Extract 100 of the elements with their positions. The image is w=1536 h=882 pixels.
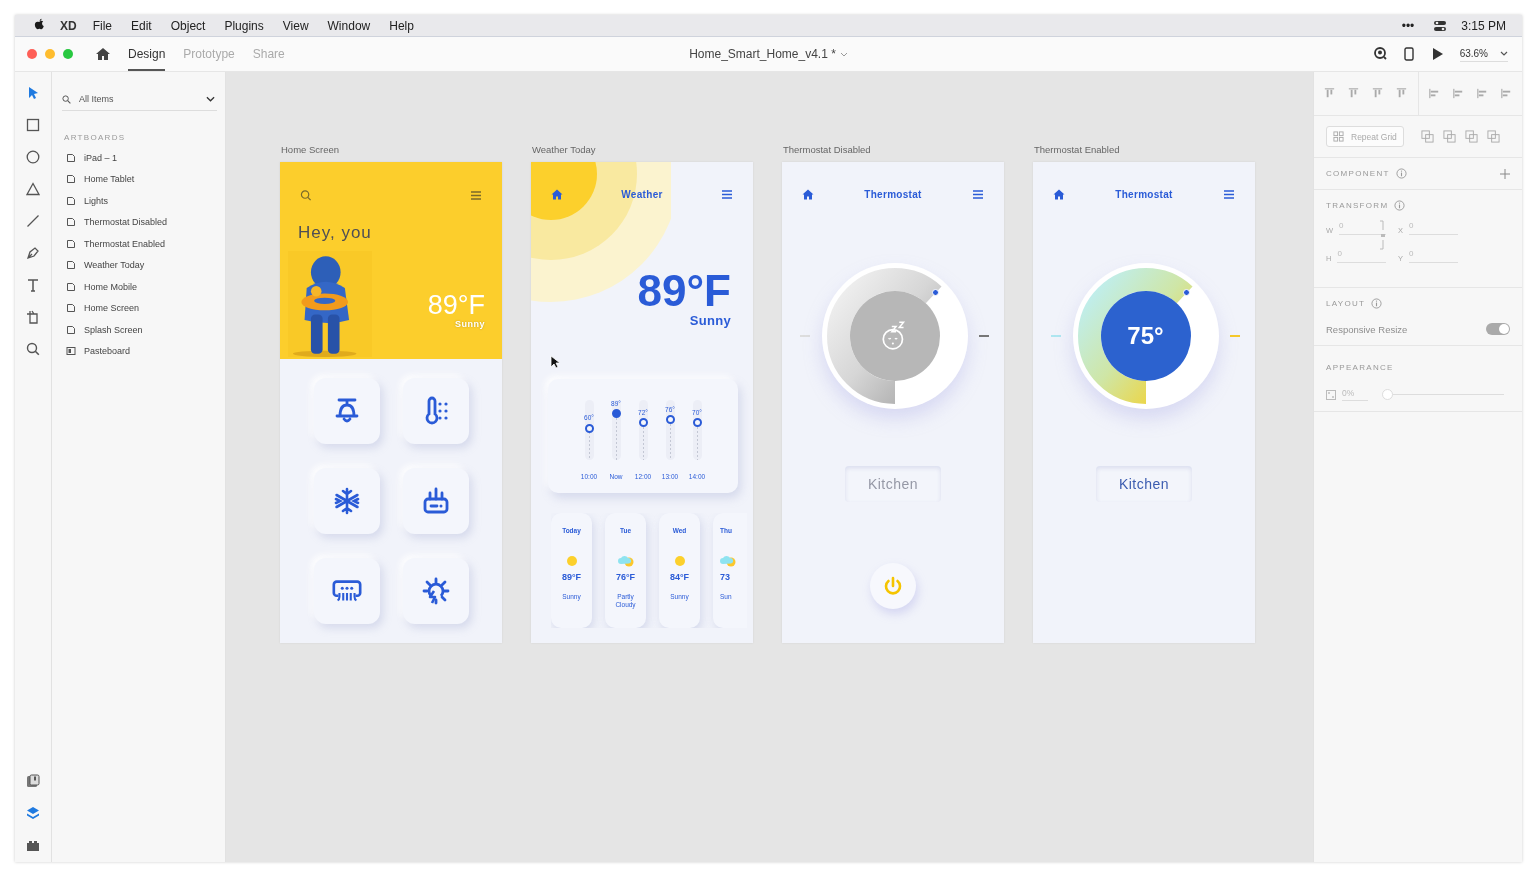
artboard-label[interactable]: Thermostat Disabled bbox=[783, 144, 1004, 155]
menu-icon[interactable] bbox=[721, 189, 733, 200]
grid-icon bbox=[1333, 131, 1344, 142]
home-icon[interactable] bbox=[95, 47, 111, 61]
assets-panel-icon[interactable] bbox=[26, 774, 40, 788]
zoom-dropdown[interactable]: 63.6% bbox=[1459, 46, 1508, 62]
mouse-pointer-icon bbox=[550, 355, 560, 369]
greeting: Hey, you bbox=[298, 223, 373, 243]
artboard-icon bbox=[66, 281, 76, 292]
text-tool-icon[interactable] bbox=[26, 278, 40, 292]
distribute-icon[interactable] bbox=[1451, 87, 1465, 100]
menu-item[interactable]: Help bbox=[389, 18, 414, 33]
section-title: TRANSFORM bbox=[1326, 201, 1389, 210]
add-icon[interactable] bbox=[1500, 168, 1510, 179]
info-icon[interactable] bbox=[1371, 298, 1383, 309]
day-temperature: 73 bbox=[720, 572, 730, 582]
line-tool-icon[interactable] bbox=[26, 214, 40, 228]
dial-handle[interactable] bbox=[1183, 288, 1191, 296]
cloud-sun-icon bbox=[617, 554, 634, 568]
artboard-icon bbox=[66, 152, 76, 163]
layer-item[interactable]: Thermostat Enabled bbox=[84, 238, 166, 249]
layer-item[interactable]: Home Screen bbox=[84, 303, 140, 314]
cloud-sun-icon bbox=[720, 554, 736, 568]
section-title: COMPONENT bbox=[1326, 169, 1390, 178]
phone-icon[interactable] bbox=[1401, 47, 1416, 61]
artboard-icon bbox=[66, 238, 76, 249]
ellipse-tool-icon[interactable] bbox=[26, 150, 40, 164]
room-picker[interactable]: Kitchen bbox=[1096, 466, 1192, 502]
menu-item[interactable]: Edit bbox=[131, 18, 152, 33]
condition: Sunny bbox=[688, 313, 731, 328]
pen-tool-icon[interactable] bbox=[26, 246, 40, 260]
artboard-label[interactable]: Weather Today bbox=[532, 144, 753, 155]
rectangle-tool-icon[interactable] bbox=[26, 118, 40, 132]
plugins-panel-icon[interactable] bbox=[26, 838, 40, 852]
search-icon[interactable] bbox=[300, 189, 312, 201]
menu-icon[interactable] bbox=[972, 189, 984, 200]
layer-item[interactable]: Splash Screen bbox=[84, 324, 143, 335]
document-title[interactable]: Home_Smart_Home_v4.1 * bbox=[689, 47, 836, 61]
artboard-icon bbox=[66, 303, 76, 314]
thermostat-dial[interactable]: 75° bbox=[1072, 263, 1219, 409]
artboard-icon bbox=[66, 174, 76, 185]
distribute-icon[interactable] bbox=[1427, 87, 1441, 100]
section-title: APPEARANCE bbox=[1326, 363, 1394, 372]
menu-item[interactable]: Object bbox=[170, 18, 206, 33]
triangle-tool-icon[interactable] bbox=[26, 182, 40, 196]
align-icon[interactable] bbox=[1371, 87, 1385, 100]
condition: Sunny bbox=[454, 319, 485, 329]
menu-icon[interactable] bbox=[470, 189, 482, 201]
dial-handle[interactable] bbox=[932, 288, 940, 296]
artboard-icon bbox=[66, 217, 76, 228]
menu-item[interactable]: Plugins bbox=[224, 18, 264, 33]
menu-item[interactable]: File bbox=[92, 18, 112, 33]
window-zoom-button[interactable] bbox=[63, 49, 73, 59]
zoom-tool-icon[interactable] bbox=[26, 342, 40, 356]
home-icon[interactable] bbox=[802, 189, 814, 200]
set-temperature: 75° bbox=[1127, 322, 1164, 350]
screen-title: Weather bbox=[621, 189, 663, 200]
chevron-down-icon[interactable] bbox=[1500, 51, 1508, 56]
more-menu[interactable]: ••• bbox=[1401, 18, 1415, 33]
layer-item[interactable]: Weather Today bbox=[84, 260, 145, 271]
artboard-icon bbox=[66, 195, 76, 206]
layer-item[interactable]: Home Tablet bbox=[84, 174, 135, 185]
window-close-button[interactable] bbox=[27, 49, 37, 59]
app-menu[interactable]: XD bbox=[60, 18, 77, 33]
play-icon[interactable] bbox=[1430, 47, 1445, 61]
align-icon[interactable] bbox=[1395, 87, 1409, 100]
menu-item[interactable]: Window bbox=[327, 18, 371, 33]
distribute-icon[interactable] bbox=[1475, 87, 1489, 100]
search-field[interactable]: All Items bbox=[79, 94, 198, 104]
layers-panel-icon[interactable] bbox=[26, 806, 40, 820]
control-center-icon[interactable] bbox=[1433, 19, 1448, 32]
pasteboard-icon bbox=[66, 346, 76, 357]
layer-item[interactable]: Thermostat Disabled bbox=[84, 217, 168, 228]
user-icon[interactable] bbox=[1372, 47, 1387, 61]
search-icon bbox=[62, 94, 71, 104]
home-icon[interactable] bbox=[551, 189, 563, 200]
artboard-icon bbox=[66, 324, 76, 335]
slider-thumb[interactable] bbox=[1382, 389, 1393, 400]
home-icon[interactable] bbox=[1053, 189, 1065, 200]
clock: 3:15 PM bbox=[1461, 18, 1506, 33]
chevron-down-icon[interactable] bbox=[206, 96, 215, 102]
distribute-icon[interactable] bbox=[1499, 87, 1513, 100]
align-icon[interactable] bbox=[1347, 87, 1361, 100]
layer-item[interactable]: Home Mobile bbox=[84, 281, 138, 292]
info-icon[interactable] bbox=[1394, 200, 1406, 211]
menu-item[interactable]: View bbox=[282, 18, 309, 33]
info-icon[interactable] bbox=[1395, 168, 1407, 179]
screen-title: Thermostat bbox=[1115, 189, 1173, 200]
day-temperature: 89°F bbox=[561, 572, 582, 582]
layer-item[interactable]: Lights bbox=[84, 195, 109, 206]
section-heading: ARTBOARDS bbox=[64, 133, 127, 142]
align-icon[interactable] bbox=[1323, 87, 1337, 100]
menu-icon[interactable] bbox=[1223, 189, 1235, 200]
layer-item[interactable]: iPad – 1 bbox=[84, 152, 118, 163]
day-temperature: 84°F bbox=[669, 572, 690, 582]
artboard-icon bbox=[66, 260, 76, 271]
layer-item[interactable]: Pasteboard bbox=[84, 346, 131, 357]
artboard-label[interactable]: Thermostat Enabled bbox=[1034, 144, 1255, 155]
artboard-label[interactable]: Home Screen bbox=[281, 144, 502, 155]
select-tool-icon[interactable] bbox=[26, 86, 40, 100]
